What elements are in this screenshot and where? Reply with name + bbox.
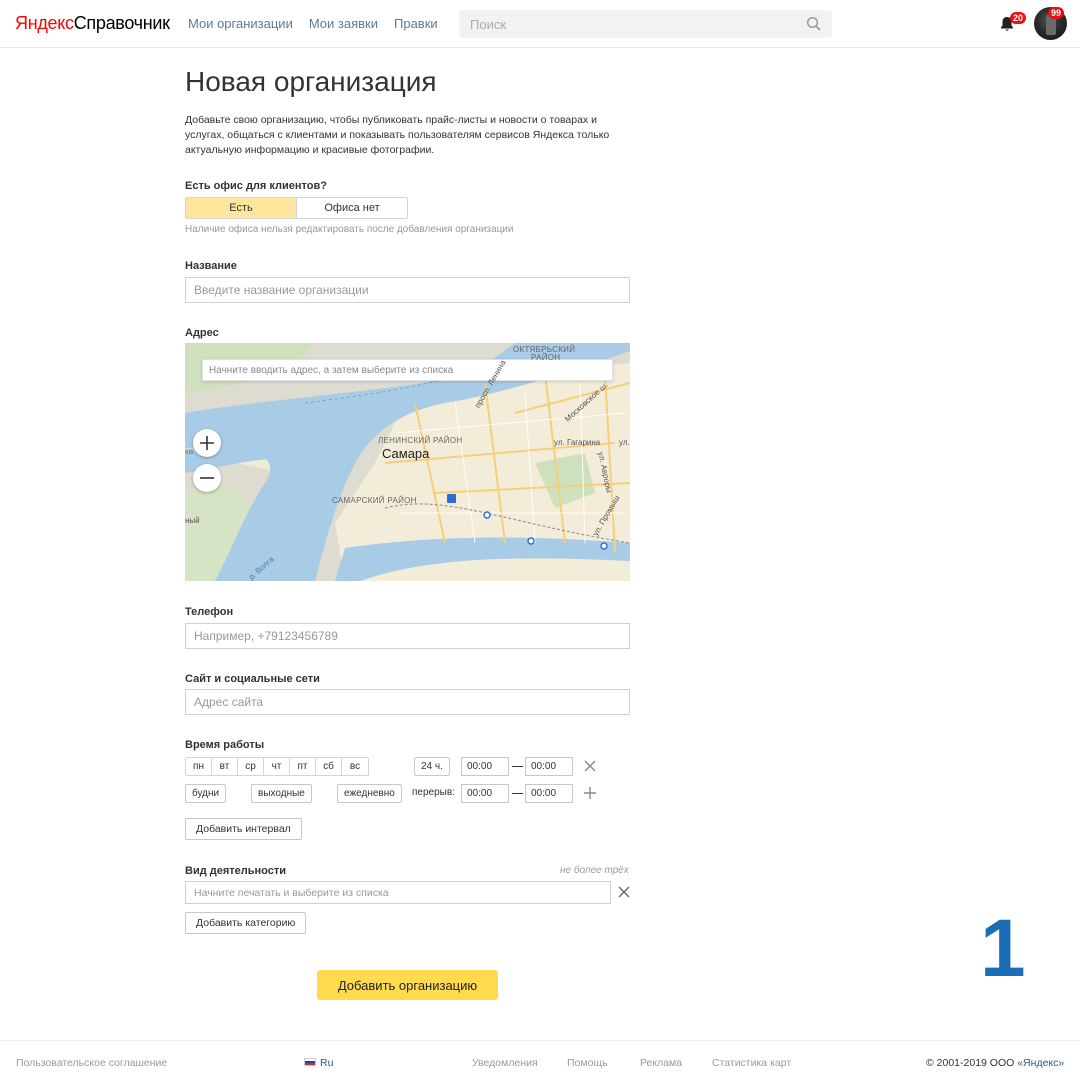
day-fri[interactable]: пт xyxy=(290,758,316,775)
office-label: Есть офис для клиентов? xyxy=(185,180,327,192)
preset-weekends-button[interactable]: выходные xyxy=(251,784,312,803)
day-sat[interactable]: сб xyxy=(316,758,342,775)
notifications-count-badge: 20 xyxy=(1010,12,1027,24)
add-category-button[interactable]: Добавить категорию xyxy=(185,912,307,934)
footer-notifications-link[interactable]: Уведомления xyxy=(472,1057,538,1069)
time-to-input[interactable] xyxy=(525,757,573,776)
header: ЯндексСправочник Мои организации Мои зая… xyxy=(0,0,1080,48)
phone-label: Телефон xyxy=(185,606,234,618)
avatar-badge: 99 xyxy=(1048,7,1065,19)
footer-help-link[interactable]: Помощь xyxy=(567,1057,608,1069)
footer-map-stats-link[interactable]: Статистика карт xyxy=(712,1057,791,1069)
copyright-text: © 2001-2019 ООО xyxy=(926,1057,1018,1069)
close-icon[interactable] xyxy=(617,885,631,899)
day-tue[interactable]: вт xyxy=(212,758,238,775)
add-interval-button[interactable]: Добавить интервал xyxy=(185,818,302,840)
russian-flag-icon xyxy=(304,1058,316,1066)
office-option-yes[interactable]: Есть xyxy=(186,198,297,218)
preset-daily-button[interactable]: ежедневно xyxy=(337,784,402,803)
activity-label: Вид деятельности xyxy=(185,865,287,877)
preset-weekdays-button[interactable]: будни xyxy=(185,784,227,803)
office-toggle: Есть Офиса нет xyxy=(185,197,408,219)
minus-icon xyxy=(200,477,214,479)
address-search-input[interactable] xyxy=(202,359,613,381)
add-organization-button[interactable]: Добавить организацию xyxy=(317,970,498,1000)
footer-agreement-link[interactable]: Пользовательское соглашение xyxy=(16,1057,167,1069)
logo[interactable]: ЯндексСправочник xyxy=(15,13,170,33)
site-label: Сайт и социальные сети xyxy=(185,673,320,685)
hours-label: Время работы xyxy=(185,739,265,751)
break-dash xyxy=(512,793,523,794)
office-option-no[interactable]: Офиса нет xyxy=(297,198,407,218)
map-label-edge-2: ный xyxy=(185,516,200,525)
close-icon[interactable] xyxy=(583,759,597,773)
map-label-district-samarsky: САМАРСКИЙ РАЙОН xyxy=(332,496,417,505)
logo-product: Справочник xyxy=(73,13,170,33)
address-label: Адрес xyxy=(185,327,219,339)
step-number: 1 xyxy=(980,903,1026,994)
intro-text: Добавьте свою организацию, чтобы публико… xyxy=(185,114,610,156)
map-label-city: Самара xyxy=(382,446,430,461)
map-label-district-oktyabrsky-2: РАЙОН xyxy=(531,353,561,362)
footer-yandex-link[interactable]: «Яндекс» xyxy=(1017,1057,1064,1069)
address-map[interactable]: ОКТЯБРЬСКИЙ РАЙОН ЛЕНИНСКИЙ РАЙОН Самара… xyxy=(185,343,630,581)
map-label-street-cut: ул. xyxy=(619,438,630,447)
map-label-street-gagarina: ул. Гагарина xyxy=(554,438,601,447)
footer-language-link[interactable]: Ru xyxy=(320,1057,333,1069)
day-wed[interactable]: ср xyxy=(238,758,264,775)
day-mon[interactable]: пн xyxy=(186,758,212,775)
time-dash xyxy=(512,766,523,767)
footer: Пользовательское соглашение Ru Уведомлен… xyxy=(0,1040,1080,1080)
activity-input[interactable] xyxy=(185,881,611,904)
nav-my-organizations[interactable]: Мои организации xyxy=(188,16,293,31)
around-the-clock-button[interactable]: 24 ч. xyxy=(414,757,450,776)
weekday-selector: пн вт ср чт пт сб вс xyxy=(185,757,369,776)
map-zoom-out-button[interactable] xyxy=(193,464,221,492)
main-nav: Мои организации Мои заявки Правки xyxy=(188,16,438,31)
search-icon[interactable] xyxy=(806,16,822,32)
search-input[interactable] xyxy=(459,10,832,38)
footer-ads-link[interactable]: Реклама xyxy=(640,1057,682,1069)
name-input[interactable] xyxy=(185,277,630,303)
nav-edits[interactable]: Правки xyxy=(394,16,438,31)
footer-copyright: © 2001-2019 ООО «Яндекс» xyxy=(926,1057,1064,1069)
day-thu[interactable]: чт xyxy=(264,758,290,775)
day-sun[interactable]: вс xyxy=(342,758,368,775)
office-hint: Наличие офиса нельзя редактировать после… xyxy=(185,224,514,235)
map-label-edge-1: ка xyxy=(185,447,194,456)
break-label: перерыв: xyxy=(412,787,455,798)
site-input[interactable] xyxy=(185,689,630,715)
map-label-district-leninsky: ЛЕНИНСКИЙ РАЙОН xyxy=(378,436,463,445)
phone-input[interactable] xyxy=(185,623,630,649)
plus-icon[interactable] xyxy=(583,786,597,800)
map-zoom-in-button[interactable] xyxy=(193,429,221,457)
nav-my-requests[interactable]: Мои заявки xyxy=(309,16,378,31)
time-from-input[interactable] xyxy=(461,757,509,776)
page-title: Новая организация xyxy=(185,66,437,97)
name-label: Название xyxy=(185,260,237,272)
break-from-input[interactable] xyxy=(461,784,509,803)
plus-icon xyxy=(200,436,214,450)
logo-brand: Яндекс xyxy=(15,13,74,33)
break-to-input[interactable] xyxy=(525,784,573,803)
activity-limit-hint: не более трёх xyxy=(560,865,629,876)
